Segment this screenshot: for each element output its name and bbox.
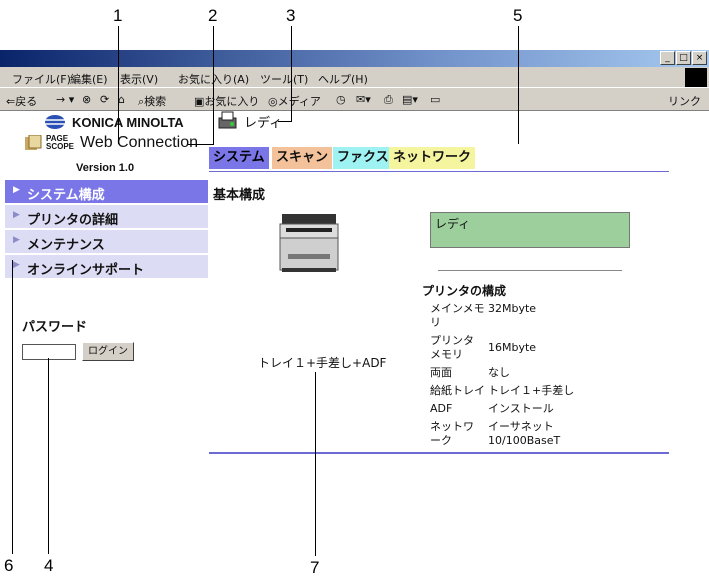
login-button[interactable]: ログイン: [82, 342, 134, 361]
favorites-button[interactable]: ▣お気に入り: [194, 93, 259, 109]
version-label: Version 1.0: [76, 162, 135, 174]
callout-2: 2: [208, 6, 218, 25]
paper-source-text: トレイ１+手差し+ADF: [258, 356, 387, 370]
spec-row: 給紙トレイ トレイ１+手差し: [430, 384, 575, 397]
tab-scan[interactable]: スキャン: [272, 147, 333, 169]
close-button[interactable]: ×: [692, 51, 707, 65]
back-button[interactable]: ⇐戻る: [6, 93, 37, 109]
refresh-icon[interactable]: ⟳: [100, 93, 109, 106]
printer-status-icon: [218, 111, 237, 129]
product-name: Web Connection: [80, 134, 198, 151]
arrow-right-icon: ▶: [13, 235, 20, 245]
callout-6: 6: [4, 556, 14, 575]
browser-toolbar: ⇐戻る → ▾ ⊗ ⟳ ⌂ ⌕検索 ▣お気に入り ◎メディア ◷ ✉▾ ⎙ ▤▾…: [0, 87, 709, 111]
menu-edit[interactable]: 編集(E): [70, 71, 108, 87]
section-title: 基本構成: [213, 188, 266, 203]
browser-logo-icon: [685, 68, 707, 88]
menu-view[interactable]: 表示(V): [120, 71, 158, 87]
discuss-icon[interactable]: ▭: [430, 93, 440, 106]
tab-rule: [209, 171, 669, 172]
edit-icon[interactable]: ▤▾: [402, 93, 418, 106]
window-titlebar: [0, 50, 709, 67]
menu-file[interactable]: ファイル(F): [12, 71, 71, 87]
callout-5: 5: [513, 6, 523, 25]
spec-row: ネットワーク イーサネット 10/100BaseT: [430, 420, 561, 447]
password-input[interactable]: [22, 344, 76, 360]
favorites-icon: ▣: [194, 95, 205, 108]
stop-icon[interactable]: ⊗: [82, 93, 91, 106]
pagescope-icon: [25, 135, 42, 150]
tab-system[interactable]: システム: [209, 147, 269, 169]
home-icon[interactable]: ⌂: [118, 93, 125, 106]
callout-3: 3: [286, 6, 296, 25]
callout-1: 1: [113, 6, 123, 25]
arrow-right-icon: ▶: [13, 260, 20, 270]
konica-minolta-logo: KONICA MINOLTA: [44, 114, 184, 130]
pagescope-badge: PAGE SCOPE: [46, 134, 75, 151]
status-text: レディ: [244, 116, 283, 131]
divider: [438, 270, 622, 271]
spec-row: メインメモリ 32Mbyte: [430, 302, 537, 329]
status-display-box: レディ: [430, 212, 630, 248]
arrow-right-icon: ▶: [13, 210, 20, 220]
search-button[interactable]: ⌕検索: [138, 93, 166, 109]
spec-row: プリンタメモリ 16Mbyte: [430, 334, 537, 361]
tab-fax[interactable]: ファクス: [333, 147, 393, 169]
callout-7: 7: [310, 558, 320, 577]
menu-tools[interactable]: ツール(T): [260, 71, 308, 87]
bottom-rule: [209, 452, 669, 454]
menu-help[interactable]: ヘルプ(H): [318, 71, 368, 87]
media-icon: ◎: [268, 95, 278, 108]
printer-config-title: プリンタの構成: [422, 284, 507, 298]
printer-image: [279, 214, 339, 272]
sidebar-item-system-config[interactable]: ▶ システム構成: [5, 180, 208, 203]
konica-globe-icon: [45, 115, 65, 129]
window-controls: _ □ ×: [660, 51, 707, 65]
arrow-right-icon: ▶: [13, 185, 20, 195]
password-label: パスワード: [22, 320, 88, 335]
web-connection-logo: PAGE SCOPE Web Connection: [24, 134, 198, 152]
spec-table: メインメモリ 32Mbyte プリンタメモリ 16Mbyte 両面 なし 給紙ト…: [430, 302, 630, 448]
sidebar-item-maintenance[interactable]: ▶ メンテナンス: [5, 230, 208, 253]
sidebar-item-online-support[interactable]: ▶ オンラインサポート: [5, 255, 208, 278]
menu-bar: ファイル(F) 編集(E) 表示(V) お気に入り(A) ツール(T) ヘルプ(…: [0, 67, 709, 87]
tab-network[interactable]: ネットワーク: [389, 147, 476, 169]
spec-row: 両面 なし: [430, 366, 510, 379]
mail-icon[interactable]: ✉▾: [356, 93, 371, 106]
history-icon[interactable]: ◷: [336, 93, 346, 106]
spec-row: ADF インストール: [430, 402, 554, 415]
minimize-button[interactable]: _: [660, 51, 675, 65]
sidebar-item-printer-details[interactable]: ▶ プリンタの詳細: [5, 205, 208, 228]
forward-icon[interactable]: → ▾: [56, 93, 74, 106]
links-label[interactable]: リンク: [668, 93, 701, 109]
callout-4: 4: [44, 556, 54, 575]
maximize-button[interactable]: □: [676, 51, 691, 65]
media-button[interactable]: ◎メディア: [268, 93, 321, 109]
print-icon[interactable]: ⎙: [384, 93, 393, 107]
